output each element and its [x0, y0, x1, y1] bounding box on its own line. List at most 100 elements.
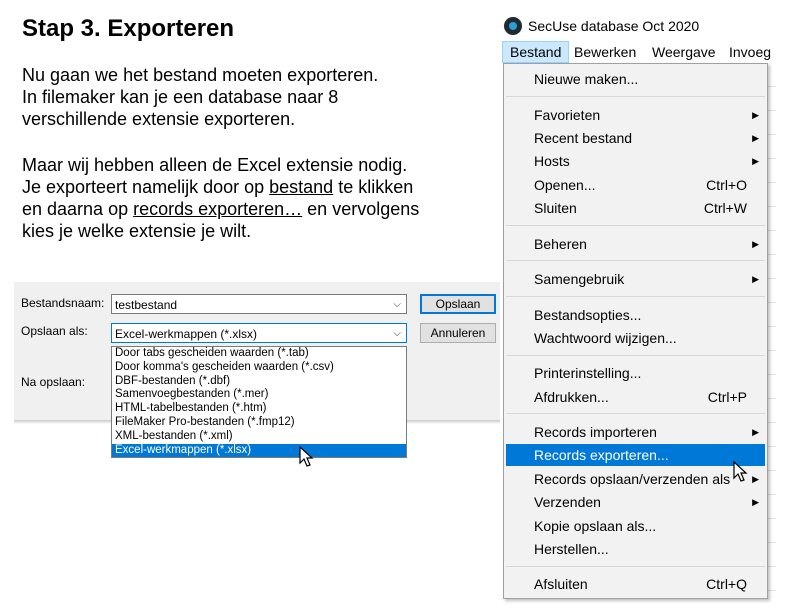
menu-item-shortcut: Ctrl+O	[706, 177, 747, 193]
menu-item-label: Herstellen...	[534, 541, 609, 557]
submenu-arrow-icon: ▶	[752, 133, 759, 143]
filemaker-app-icon	[504, 17, 522, 35]
menu-item-records-importeren[interactable]: Records importeren ▶	[506, 421, 765, 443]
file-type-option-htm[interactable]: HTML-tabelbestanden (*.htm)	[112, 402, 406, 416]
menu-item-kopie-opslaan[interactable]: Kopie opslaan als...	[506, 515, 765, 537]
save-as-value: Excel-werkmappen (*.xlsx)	[115, 327, 258, 341]
menu-item-label: Records opslaan/verzenden als	[534, 471, 731, 487]
menu-separator	[506, 413, 765, 414]
file-type-option-tab[interactable]: Door tabs gescheiden waarden (*.tab)	[112, 347, 406, 361]
menu-item-records-opslaan-verzenden[interactable]: Records opslaan/verzenden als ▶	[506, 468, 765, 490]
file-type-option-dbf[interactable]: DBF-bestanden (*.dbf)	[112, 375, 406, 389]
menu-item-label: Samengebruik	[534, 271, 625, 287]
submenu-arrow-icon: ▶	[752, 274, 759, 284]
file-menu: Nieuwe maken... Favorieten ▶ Recent besta…	[503, 63, 768, 599]
chevron-down-icon[interactable]: ⌵	[393, 324, 401, 344]
save-button[interactable]: Opslaan	[420, 294, 496, 314]
window-title: SecUse database Oct 2020	[528, 18, 700, 34]
menu-item-sluiten[interactable]: Sluiten Ctrl+W	[506, 197, 765, 219]
menu-item-samengebruik[interactable]: Samengebruik ▶	[506, 268, 765, 290]
intro-line-2: In filemaker kan je een database naar 8	[22, 87, 339, 107]
menu-item-label: Nieuwe maken...	[534, 71, 639, 87]
intro-line-3: verschillende extensie exporteren.	[22, 109, 296, 129]
menu-item-shortcut: Ctrl+Q	[706, 576, 747, 592]
menu-item-herstellen[interactable]: Herstellen...	[506, 538, 765, 560]
menu-item-shortcut: Ctrl+W	[703, 200, 747, 216]
save-as-select[interactable]: Excel-werkmappen (*.xlsx) ⌵	[111, 323, 407, 343]
file-type-option-fmp12[interactable]: FileMaker Pro-bestanden (*.fmp12)	[112, 416, 406, 430]
menu-item-afsluiten[interactable]: Afsluiten Ctrl+Q	[506, 573, 765, 595]
menu-item-label: Sluiten	[534, 200, 577, 216]
chevron-down-icon[interactable]: ⌵	[393, 295, 401, 315]
submenu-arrow-icon: ▶	[752, 474, 759, 484]
menu-item-recent-bestand[interactable]: Recent bestand ▶	[506, 127, 765, 149]
explain-line-2: Je exporteert namelijk door op bestand t…	[22, 176, 419, 198]
save-as-label: Opslaan als:	[21, 324, 88, 338]
menu-separator	[506, 225, 765, 226]
menu-item-label: Openen...	[534, 177, 596, 193]
menu-item-shortcut: Ctrl+P	[707, 389, 747, 405]
menu-item-label: Recent bestand	[534, 130, 633, 146]
menu-bewerken[interactable]: Bewerken	[567, 41, 643, 63]
menu-item-wachtwoord-wijzigen[interactable]: Wachtwoord wijzigen...	[506, 327, 765, 349]
submenu-arrow-icon: ▶	[752, 497, 759, 507]
menu-item-nieuwe-maken[interactable]: Nieuwe maken...	[506, 68, 765, 90]
explain-line-4: kies je welke extensie je wilt.	[22, 221, 252, 241]
menu-bar: Bestand Bewerken Weergave Invoeg	[500, 41, 795, 63]
explain-text: Je exporteert namelijk door op	[22, 177, 270, 197]
app-titlebar: SecUse database Oct 2020	[500, 13, 795, 41]
menu-item-label: Records importeren	[534, 424, 657, 440]
cancel-button[interactable]: Annuleren	[420, 323, 496, 343]
menu-item-hosts[interactable]: Hosts ▶	[506, 150, 765, 172]
menu-item-printerinstelling[interactable]: Printerinstelling...	[506, 362, 765, 384]
menu-item-label: Kopie opslaan als...	[534, 518, 657, 534]
submenu-arrow-icon: ▶	[752, 110, 759, 120]
intro-line-1: Nu gaan we het bestand moeten exporteren…	[22, 65, 379, 85]
menu-item-verzenden[interactable]: Verzenden ▶	[506, 491, 765, 513]
mouse-pointer-icon	[299, 446, 314, 467]
menu-invoeg[interactable]: Invoeg	[722, 41, 778, 63]
explain-line-1: Maar wij hebben alleen de Excel extensie…	[22, 155, 408, 175]
file-type-option-mer[interactable]: Samenvoegbestanden (*.mer)	[112, 388, 406, 402]
menu-item-afdrukken[interactable]: Afdrukken... Ctrl+P	[506, 386, 765, 408]
filename-field[interactable]: testbestand ⌵	[111, 294, 407, 314]
explain-text: en vervolgens	[302, 199, 420, 219]
intro-text: Nu gaan we het bestand moeten exporteren…	[22, 64, 378, 130]
filename-value: testbestand	[115, 298, 178, 312]
submenu-arrow-icon: ▶	[752, 239, 759, 249]
explanation-text: Maar wij hebben alleen de Excel extensie…	[22, 154, 419, 242]
menu-item-label: Bestandsopties...	[534, 307, 642, 323]
menu-separator	[506, 566, 765, 567]
menu-weergave[interactable]: Weergave	[645, 41, 723, 63]
menu-item-favorieten[interactable]: Favorieten ▶	[506, 104, 765, 126]
menu-item-bestandsopties[interactable]: Bestandsopties...	[506, 304, 765, 326]
explain-text: en daarna op	[22, 199, 134, 219]
menu-bestand[interactable]: Bestand	[502, 41, 570, 63]
explain-text: te klikken	[333, 177, 414, 197]
window-content-edge	[768, 63, 776, 599]
menu-separator	[506, 96, 765, 97]
menu-item-beheren[interactable]: Beheren ▶	[506, 233, 765, 255]
file-type-option-xml[interactable]: XML-bestanden (*.xml)	[112, 430, 406, 444]
page-title: Stap 3. Exporteren	[22, 15, 235, 42]
menu-item-records-exporteren[interactable]: Records exporteren...	[506, 444, 765, 466]
menu-separator	[506, 296, 765, 297]
menu-separator	[506, 260, 765, 261]
mouse-pointer-icon	[733, 461, 748, 482]
explain-line-3: en daarna op records exporteren… en verv…	[22, 198, 419, 220]
file-type-option-csv[interactable]: Door komma's gescheiden waarden (*.csv)	[112, 361, 406, 375]
menu-item-label: Wachtwoord wijzigen...	[534, 330, 677, 346]
menu-item-label: Afsluiten	[534, 576, 588, 592]
filename-label: Bestandsnaam:	[21, 296, 105, 310]
file-type-dropdown[interactable]: Door tabs gescheiden waarden (*.tab) Doo…	[111, 346, 407, 458]
explain-underlined: records exporteren…	[133, 199, 303, 219]
menu-item-label: Beheren	[534, 236, 587, 252]
submenu-arrow-icon: ▶	[752, 156, 759, 166]
menu-separator	[506, 355, 765, 356]
menu-item-label: Favorieten	[534, 107, 601, 123]
after-save-label: Na opslaan:	[21, 375, 86, 389]
menu-item-label: Printerinstelling...	[534, 365, 642, 381]
file-type-option-xlsx[interactable]: Excel-werkmappen (*.xlsx)	[112, 443, 406, 458]
menu-item-openen[interactable]: Openen... Ctrl+O	[506, 174, 765, 196]
submenu-arrow-icon: ▶	[752, 427, 759, 437]
